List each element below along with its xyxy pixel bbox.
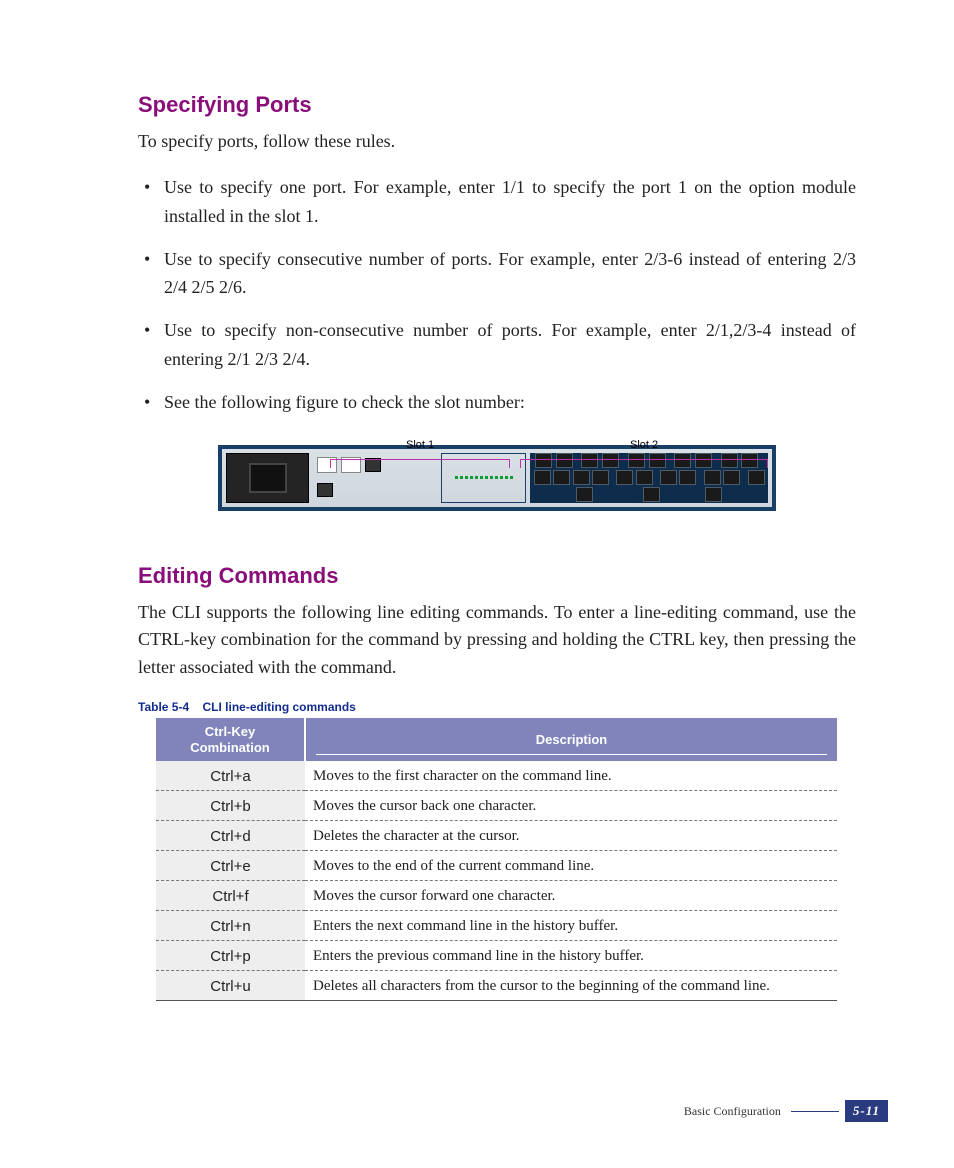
rules-list: Use to specify one port. For example, en…: [138, 173, 856, 417]
footer-page-badge: 5-11: [845, 1100, 888, 1122]
list-item: Use to specify one port. For example, en…: [138, 173, 856, 231]
combo-cell: Ctrl+f: [156, 881, 305, 911]
table-row: Ctrl+u Deletes all characters from the c…: [156, 971, 837, 1001]
table-row: Ctrl+f Moves the cursor forward one char…: [156, 881, 837, 911]
desc-cell: Moves to the end of the current command …: [305, 851, 837, 881]
table-row: Ctrl+p Enters the previous command line …: [156, 941, 837, 971]
combo-cell: Ctrl+b: [156, 791, 305, 821]
footer-chapter: Basic Configuration: [684, 1104, 781, 1119]
table-row: Ctrl+e Moves to the end of the current c…: [156, 851, 837, 881]
table-number: Table 5-4: [138, 700, 189, 714]
table-row: Ctrl+b Moves the cursor back one charact…: [156, 791, 837, 821]
list-item: See the following figure to check the sl…: [138, 388, 856, 417]
led-strip-icon: [442, 476, 525, 479]
desc-cell: Enters the next command line in the hist…: [305, 911, 837, 941]
slot-1-bracket: [330, 459, 510, 468]
cli-table-body: Ctrl+a Moves to the first character on t…: [156, 761, 837, 1001]
table-head-desc: Description: [305, 718, 837, 761]
desc-cell: Deletes all characters from the cursor t…: [305, 971, 837, 1001]
intro-text: To specify ports, follow these rules.: [138, 128, 856, 155]
heading-editing-commands: Editing Commands: [138, 563, 856, 589]
slot-2-label: Slot 2: [630, 439, 658, 451]
combo-cell: Ctrl+a: [156, 761, 305, 791]
desc-cell: Moves the cursor forward one character.: [305, 881, 837, 911]
table-head-combo-text: Ctrl-KeyCombination: [190, 724, 269, 755]
section2-body: The CLI supports the following line edit…: [138, 599, 856, 683]
combo-cell: Ctrl+n: [156, 911, 305, 941]
table-row: Ctrl+n Enters the next command line in t…: [156, 911, 837, 941]
list-item: Use to specify non-consecutive number of…: [138, 316, 856, 374]
desc-cell: Deletes the character at the cursor.: [305, 821, 837, 851]
combo-cell: Ctrl+e: [156, 851, 305, 881]
combo-cell: Ctrl+u: [156, 971, 305, 1001]
heading-specifying-ports: Specifying Ports: [138, 92, 856, 118]
slot-1-label: Slot 1: [406, 439, 434, 451]
power-supply-icon: [226, 453, 309, 503]
table-title: CLI line-editing commands: [203, 700, 356, 714]
switch-chassis-icon: [218, 445, 776, 511]
slot-2-bracket: [520, 459, 768, 468]
table-caption: Table 5-4 CLI line-editing commands: [138, 700, 856, 714]
slot-diagram: Slot 1 Slot 2: [218, 445, 776, 511]
list-item: Use to specify consecutive number of por…: [138, 245, 856, 303]
desc-cell: Moves to the first character on the comm…: [305, 761, 837, 791]
combo-cell: Ctrl+d: [156, 821, 305, 851]
table-row: Ctrl+a Moves to the first character on t…: [156, 761, 837, 791]
desc-cell: Enters the previous command line in the …: [305, 941, 837, 971]
table-head-combo: Ctrl-KeyCombination: [156, 718, 305, 761]
combo-cell: Ctrl+p: [156, 941, 305, 971]
desc-cell: Moves the cursor back one character.: [305, 791, 837, 821]
table-row: Ctrl+d Deletes the character at the curs…: [156, 821, 837, 851]
power-plug-icon: [249, 463, 287, 493]
footer-rule-icon: [791, 1111, 839, 1112]
table-head-desc-text: Description: [536, 732, 608, 747]
page-footer: Basic Configuration 5-11: [684, 1100, 888, 1122]
document-page: Specifying Ports To specify ports, follo…: [0, 0, 954, 1168]
cli-table: Ctrl-KeyCombination Description Ctrl+a M…: [156, 718, 837, 1001]
